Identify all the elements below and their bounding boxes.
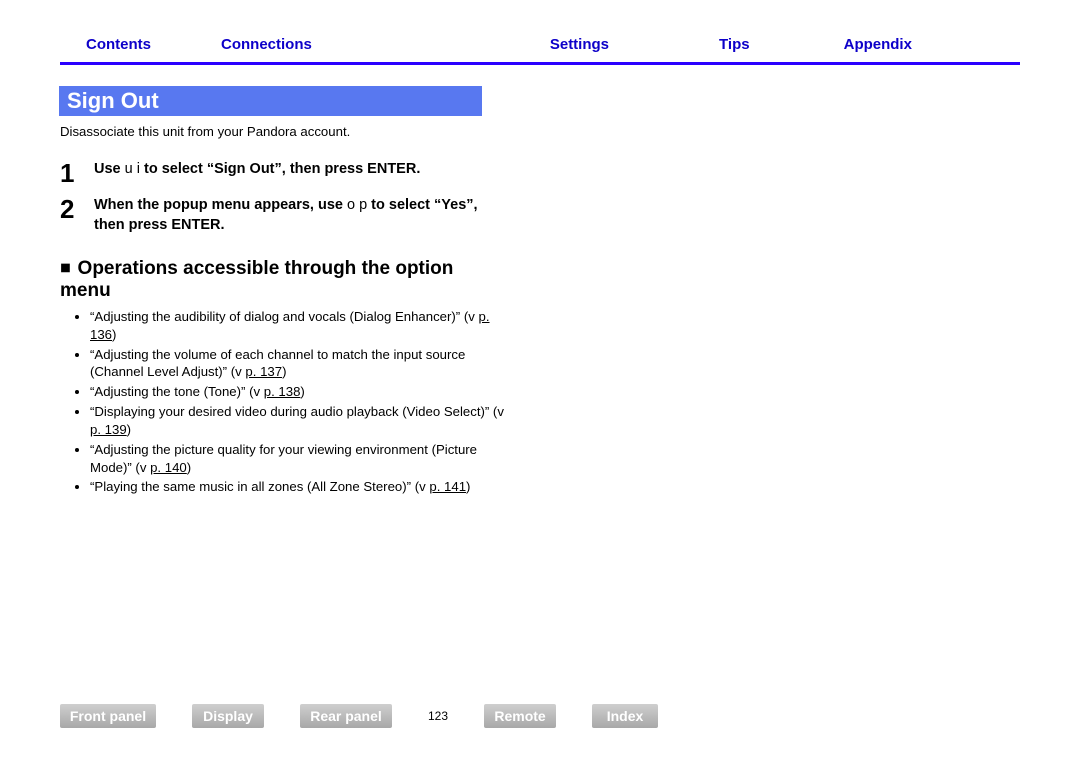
list-item: “Displaying your desired video during au… bbox=[90, 403, 510, 439]
step-2-pre: When the popup menu appears, use bbox=[94, 197, 347, 213]
item-tail: ) bbox=[112, 327, 116, 342]
page-ref[interactable]: p. 141 bbox=[429, 479, 466, 494]
left-right-glyph: o p bbox=[347, 197, 367, 213]
item-text: “Adjusting the audibility of dialog and … bbox=[90, 309, 475, 324]
bottom-nav: Front panel Display Rear panel 123 Remot… bbox=[60, 701, 1020, 731]
item-tail: ) bbox=[300, 384, 304, 399]
bottom-index[interactable]: Index bbox=[592, 704, 658, 728]
step-1-pre: Use bbox=[94, 161, 125, 177]
step-2: 2 When the popup menu appears, use o p t… bbox=[60, 196, 500, 235]
item-text: “Adjusting the picture quality for your … bbox=[90, 442, 477, 475]
list-item: “Adjusting the tone (Tone)” (v p. 138) bbox=[90, 383, 510, 401]
steps-block: 1 Use u i to select “Sign Out”, then pre… bbox=[60, 150, 500, 235]
bottom-rear-panel[interactable]: Rear panel bbox=[300, 704, 392, 728]
bottom-display[interactable]: Display bbox=[192, 704, 264, 728]
list-item: “Adjusting the volume of each channel to… bbox=[90, 346, 510, 382]
operations-list: “Adjusting the audibility of dialog and … bbox=[60, 308, 510, 498]
item-tail: ) bbox=[127, 422, 131, 437]
list-item: “Adjusting the picture quality for your … bbox=[90, 441, 510, 477]
top-divider bbox=[60, 62, 1020, 65]
item-text: “Playing the same music in all zones (Al… bbox=[90, 479, 426, 494]
page-ref[interactable]: p. 139 bbox=[90, 422, 127, 437]
nav-settings[interactable]: Settings bbox=[550, 36, 609, 53]
operations-heading-text: Operations accessible through the option… bbox=[60, 258, 453, 301]
diamond-icon: ◆ bbox=[56, 257, 76, 277]
step-1-text: Use u i to select “Sign Out”, then press… bbox=[94, 160, 420, 180]
up-down-glyph: u i bbox=[125, 161, 140, 177]
item-text: “Displaying your desired video during au… bbox=[90, 404, 504, 419]
page-ref[interactable]: p. 138 bbox=[264, 384, 301, 399]
item-text: “Adjusting the tone (Tone)” (v bbox=[90, 384, 260, 399]
nav-tips[interactable]: Tips bbox=[719, 36, 750, 53]
step-2-num: 2 bbox=[60, 196, 94, 222]
section-intro: Disassociate this unit from your Pandora… bbox=[60, 124, 350, 139]
page-ref[interactable]: p. 137 bbox=[245, 364, 282, 379]
bottom-front-panel[interactable]: Front panel bbox=[60, 704, 156, 728]
operations-heading: ◆Operations accessible through the optio… bbox=[60, 258, 500, 302]
nav-contents[interactable]: Contents bbox=[86, 36, 151, 53]
page-number: 123 bbox=[428, 709, 448, 723]
list-item: “Adjusting the audibility of dialog and … bbox=[90, 308, 510, 344]
item-tail: ) bbox=[282, 364, 286, 379]
nav-appendix[interactable]: Appendix bbox=[844, 36, 912, 53]
top-nav: Contents Connections Settings Tips Appen… bbox=[80, 36, 1000, 53]
item-tail: ) bbox=[466, 479, 470, 494]
nav-connections[interactable]: Connections bbox=[221, 36, 312, 53]
section-heading: Sign Out bbox=[59, 86, 482, 116]
step-1-num: 1 bbox=[60, 160, 94, 186]
page-ref[interactable]: p. 140 bbox=[150, 460, 187, 475]
step-1: 1 Use u i to select “Sign Out”, then pre… bbox=[60, 160, 500, 186]
step-1-post: to select “Sign Out”, then press ENTER. bbox=[140, 161, 420, 177]
step-2-text: When the popup menu appears, use o p to … bbox=[94, 196, 500, 235]
bottom-remote[interactable]: Remote bbox=[484, 704, 556, 728]
list-item: “Playing the same music in all zones (Al… bbox=[90, 478, 510, 496]
item-tail: ) bbox=[187, 460, 191, 475]
